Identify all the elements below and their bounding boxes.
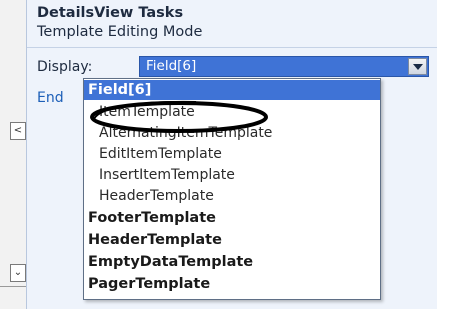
display-select-value: Field[6] xyxy=(146,58,197,74)
dropdown-item-headertemplate-child[interactable]: HeaderTemplate xyxy=(84,186,380,206)
dropdown-item-headertemplate[interactable]: HeaderTemplate xyxy=(84,230,380,250)
dropdown-item-pagertemplate[interactable]: PagerTemplate xyxy=(84,274,380,294)
dropdown-item-edititemtemplate[interactable]: EditItemTemplate xyxy=(84,144,380,164)
dropdown-item-itemtemplate[interactable]: ItemTemplate xyxy=(84,102,380,122)
dropdown-item-insertitemtemplate[interactable]: InsertItemTemplate xyxy=(84,165,380,185)
display-label: Display: xyxy=(37,59,93,75)
panel-title: DetailsView Tasks xyxy=(37,5,184,21)
scroll-down-icon[interactable]: ⌄ xyxy=(10,264,26,282)
dropdown-item-emptydatatemplate[interactable]: EmptyDataTemplate xyxy=(84,252,380,272)
template-dropdown-list: Field[6] ItemTemplate AlternatingItemTem… xyxy=(83,78,381,300)
display-select[interactable]: Field[6] xyxy=(139,56,429,77)
end-template-editing-link[interactable]: End xyxy=(37,90,64,106)
dropdown-item-field6[interactable]: Field[6] xyxy=(84,80,380,100)
dropdown-item-footertemplate[interactable]: FooterTemplate xyxy=(84,208,380,228)
dropdown-item-alternatingitemtemplate[interactable]: AlternatingItemTemplate xyxy=(84,123,380,143)
panel-divider xyxy=(27,47,437,48)
chevron-down-icon xyxy=(413,64,423,70)
panel-subtitle: Template Editing Mode xyxy=(37,24,203,40)
scroll-left-icon[interactable]: < xyxy=(10,122,26,140)
dropdown-toggle-button[interactable] xyxy=(408,58,427,75)
